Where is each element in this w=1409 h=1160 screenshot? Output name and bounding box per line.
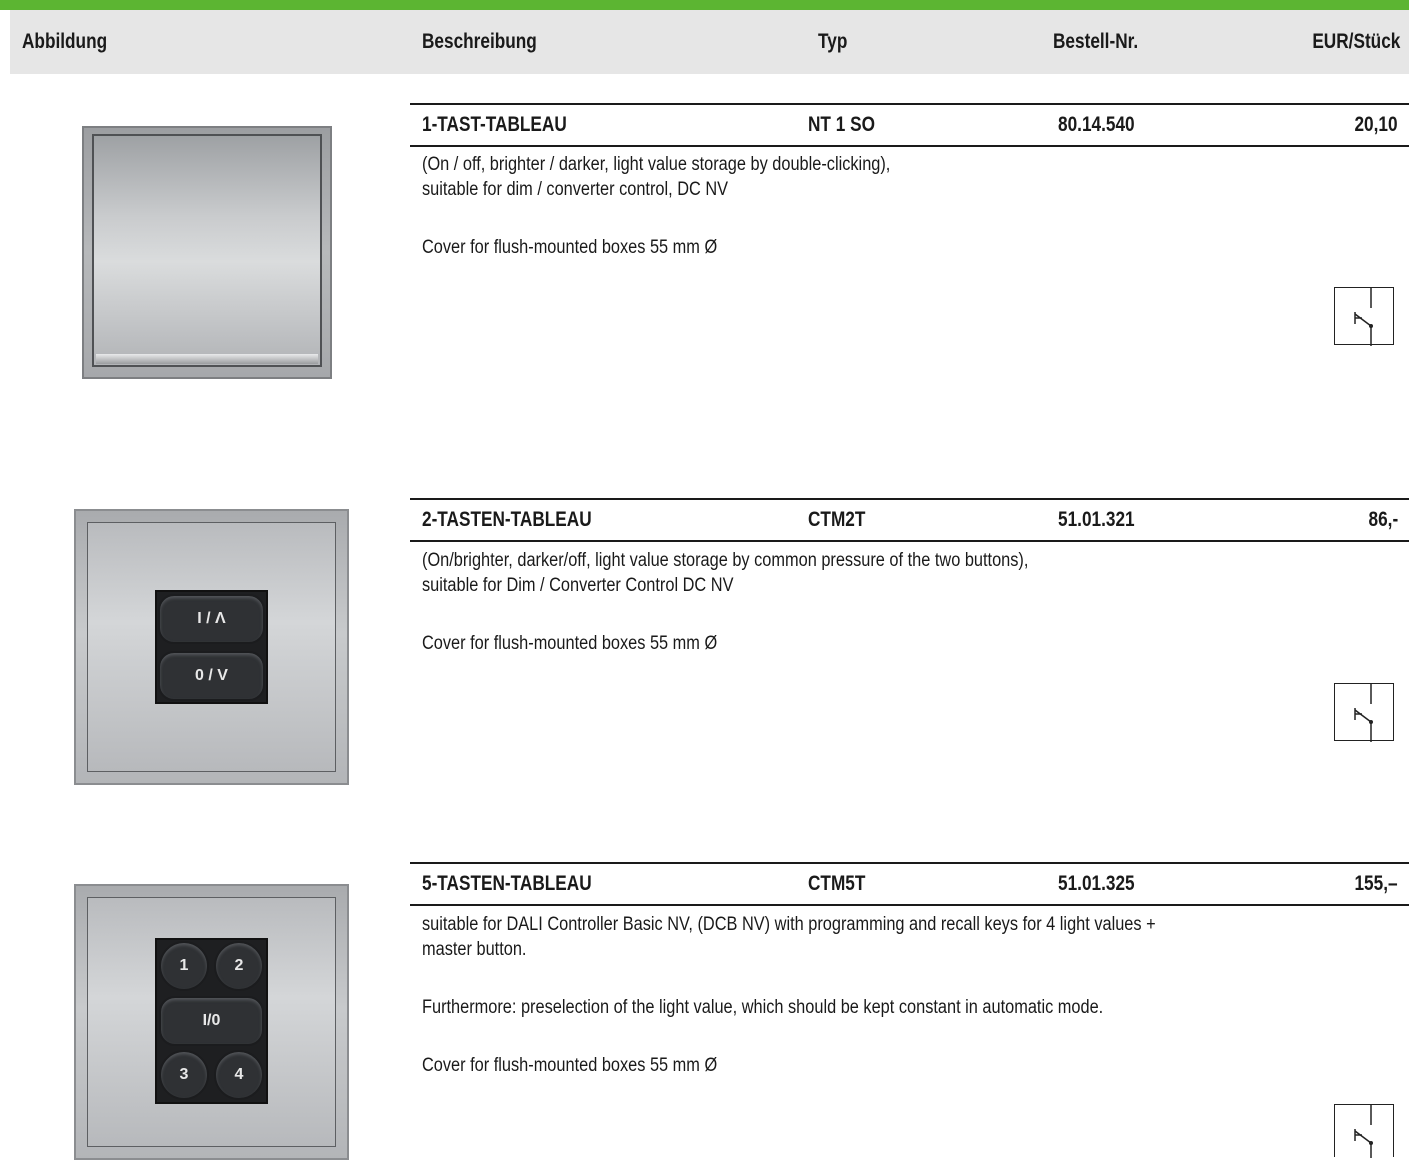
key-2: 2 [214,941,264,991]
product-2-order-no: 51.01.321 [1058,508,1135,531]
product-2-type: CTM2T [808,508,866,531]
header-type: Typ [818,30,848,53]
product-2-desc-line: Cover for flush-mounted boxes 55 mm Ø [422,633,718,654]
product-3-name: 5-TASTEN-TABLEAU [422,872,592,895]
table-header: Abbildung Beschreibung Typ Bestell-Nr. E… [10,10,1409,74]
product-2-price: 86,- [1368,508,1398,531]
key-off-darker: 0 / V [158,651,265,701]
product-3-type: CTM5T [808,872,866,895]
product-1-price: 20,10 [1354,113,1398,136]
product-3-image: 1 2 I/0 3 4 [74,884,349,1160]
product-1-type: NT 1 SO [808,113,875,136]
pushbutton-symbol-icon [1334,683,1394,742]
product-1-row: 1-TAST-TABLEAU NT 1 SO 80.14.540 20,10 [410,103,1409,147]
product-1-order-no: 80.14.540 [1058,113,1135,136]
product-1-desc-line: (On / off, brighter / darker, light valu… [422,154,891,175]
product-3-desc-line: master button. [422,939,527,960]
product-2-desc-line: suitable for Dim / Converter Control DC … [422,575,734,596]
header-order-no: Bestell-Nr. [1053,30,1139,53]
product-2-name: 2-TASTEN-TABLEAU [422,508,592,531]
header-price: EUR/Stück [1311,30,1400,53]
product-1-name: 1-TAST-TABLEAU [422,113,567,136]
product-1-description: (On / off, brighter / darker, light valu… [422,152,890,260]
product-3-desc-line: Cover for flush-mounted boxes 55 mm Ø [422,1055,718,1076]
product-2-image: I / Λ 0 / V [74,509,349,785]
key-3: 3 [159,1050,209,1100]
product-2-desc-line: (On/brighter, darker/off, light value st… [422,550,1029,571]
product-2-row: 2-TASTEN-TABLEAU CTM2T 51.01.321 86,- [410,498,1409,542]
pushbutton-symbol-icon [1334,287,1394,346]
product-3-price: 155,– [1354,872,1398,895]
header-description: Beschreibung [422,30,537,53]
product-3-desc-line: suitable for DALI Controller Basic NV, (… [422,914,1156,935]
key-on-brighter: I / Λ [158,594,265,644]
product-3-desc-line: Furthermore: preselection of the light v… [422,997,1104,1018]
product-1-desc-line: Cover for flush-mounted boxes 55 mm Ø [422,237,718,258]
product-1-desc-line: suitable for dim / converter control, DC… [422,179,729,200]
key-master: I/0 [159,996,264,1046]
product-1-image [82,126,332,379]
product-3-description: suitable for DALI Controller Basic NV, (… [422,912,1156,1078]
key-4: 4 [214,1050,264,1100]
header-picture: Abbildung [22,30,108,53]
accent-bar [0,0,1409,10]
product-3-row: 5-TASTEN-TABLEAU CTM5T 51.01.325 155,– [410,862,1409,906]
product-2-description: (On/brighter, darker/off, light value st… [422,548,1028,656]
key-1: 1 [159,941,209,991]
pushbutton-symbol-icon [1334,1104,1394,1158]
product-3-order-no: 51.01.325 [1058,872,1135,895]
